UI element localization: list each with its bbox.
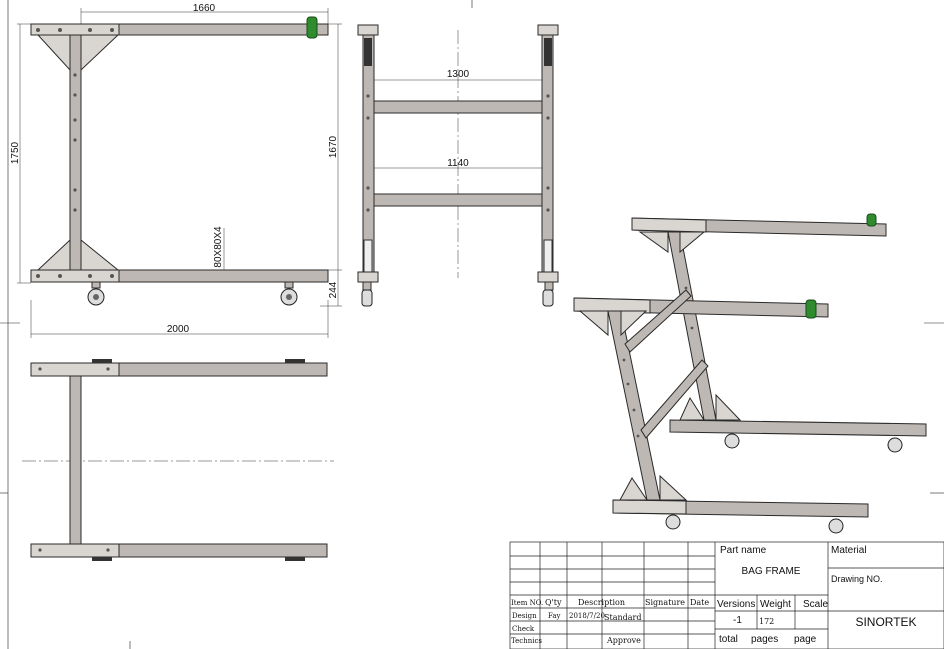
dim-side-lower-span: 1140 bbox=[447, 158, 469, 169]
label-page: page bbox=[794, 634, 817, 645]
label-standard: Standard bbox=[604, 613, 641, 622]
technical-drawing: 1660 1750 1670 80X80X4 244 2000 1300 114… bbox=[0, 0, 944, 649]
label-scale: Scale bbox=[803, 599, 828, 610]
label-total: total bbox=[719, 634, 738, 645]
label-signature: Signature bbox=[645, 598, 685, 607]
title-block: Item NO. Q'ty Description Signature Date… bbox=[509, 541, 944, 649]
version-value: -1 bbox=[733, 615, 742, 626]
label-material: Material bbox=[831, 545, 867, 556]
dim-caster-height: 244 bbox=[328, 281, 339, 298]
label-part-name: Part name bbox=[720, 545, 767, 556]
weight-value: 172 bbox=[759, 617, 774, 626]
part-name: BAG FRAME bbox=[742, 566, 801, 577]
label-approve: Approve bbox=[606, 636, 641, 645]
dim-overall-length: 2000 bbox=[167, 324, 190, 335]
side-view: 1300 1140 bbox=[357, 24, 559, 307]
isometric-view bbox=[573, 213, 927, 534]
company-name: SINORTEK bbox=[855, 615, 916, 629]
label-qty: Q'ty bbox=[545, 598, 562, 607]
top-view bbox=[22, 359, 334, 561]
label-weight: Weight bbox=[760, 599, 791, 610]
label-item-no: Item NO. bbox=[511, 599, 543, 607]
label-pages: pages bbox=[751, 634, 778, 645]
dim-front-overall-height: 1750 bbox=[10, 141, 21, 164]
dim-front-inner-height: 1670 bbox=[328, 135, 339, 158]
label-design: Design bbox=[512, 612, 537, 620]
label-description: Description bbox=[578, 598, 625, 607]
dim-side-top-span: 1300 bbox=[447, 69, 470, 80]
design-date: 2018/7/20 bbox=[569, 612, 605, 620]
label-check: Check bbox=[512, 625, 535, 633]
dim-front-top-length: 1660 bbox=[193, 3, 216, 14]
label-date: Date bbox=[690, 598, 709, 607]
label-versions: Versions bbox=[717, 599, 755, 610]
label-drawing-no: Drawing NO. bbox=[831, 574, 883, 584]
dim-tube-profile: 80X80X4 bbox=[213, 226, 224, 268]
label-technics: Technics bbox=[511, 637, 542, 645]
designer-name: Fay bbox=[548, 612, 561, 620]
front-view: 1660 1750 1670 80X80X4 244 2000 bbox=[10, 3, 342, 338]
